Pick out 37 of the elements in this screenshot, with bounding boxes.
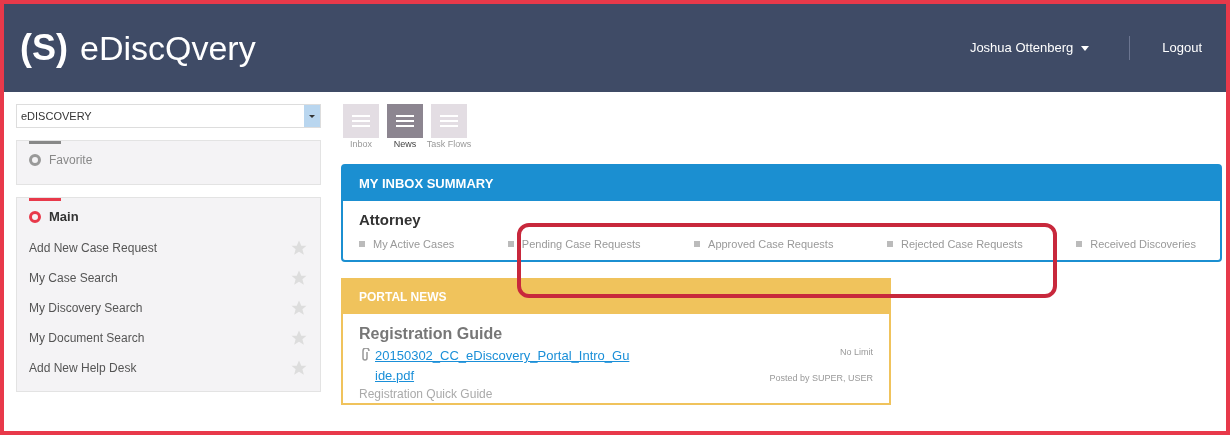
menu-link[interactable]: My Discovery Search bbox=[29, 299, 290, 317]
menu-link[interactable]: Add New Help Desk bbox=[29, 359, 290, 377]
list-icon bbox=[352, 114, 370, 128]
paperclip-icon bbox=[359, 348, 371, 362]
news-title: Registration Guide bbox=[359, 324, 504, 344]
bullet-icon bbox=[359, 240, 365, 247]
list-icon bbox=[440, 114, 458, 128]
star-icon[interactable] bbox=[290, 269, 308, 287]
attachment-link[interactable]: 20150302_CC_eDiscovery_Portal_Intro_Gu ide.pdf bbox=[375, 346, 630, 385]
list-icon bbox=[396, 114, 414, 128]
user-menu[interactable]: Joshua Ottenberg bbox=[969, 38, 1090, 58]
circle-icon bbox=[29, 154, 41, 166]
role-heading: Attorney bbox=[359, 210, 422, 230]
bullet-icon bbox=[694, 240, 701, 247]
menu-link[interactable]: Add New Case Request bbox=[29, 239, 290, 257]
circle-icon bbox=[29, 211, 41, 223]
logout-link[interactable]: Logout bbox=[1162, 38, 1202, 58]
star-icon[interactable] bbox=[290, 359, 308, 377]
panel-title: PORTAL NEWS bbox=[343, 280, 889, 314]
logo-mark: (S) bbox=[20, 26, 68, 70]
caret-icon bbox=[1081, 45, 1090, 51]
bullet-icon bbox=[507, 240, 514, 247]
app-name: eDiscQvery bbox=[80, 27, 256, 69]
posted-by: Posted by SUPER, USER bbox=[769, 371, 873, 385]
star-icon[interactable] bbox=[290, 299, 308, 317]
panel-title: MY INBOX SUMMARY bbox=[343, 165, 1220, 201]
limit-label: No Limit bbox=[840, 346, 873, 359]
star-icon[interactable] bbox=[290, 329, 308, 347]
bullet-icon bbox=[1076, 240, 1083, 247]
bullet-icon bbox=[886, 240, 893, 247]
news-title: Registration Quick Guide bbox=[359, 386, 494, 403]
module-dropdown[interactable]: eDISCOVERY bbox=[16, 104, 321, 128]
menu-link[interactable]: My Case Search bbox=[29, 269, 290, 287]
section-header[interactable]: Main bbox=[29, 201, 79, 233]
menu-link[interactable]: My Document Search bbox=[29, 329, 290, 347]
dropdown-value: eDISCOVERY bbox=[20, 108, 93, 124]
star-icon[interactable] bbox=[290, 239, 308, 257]
